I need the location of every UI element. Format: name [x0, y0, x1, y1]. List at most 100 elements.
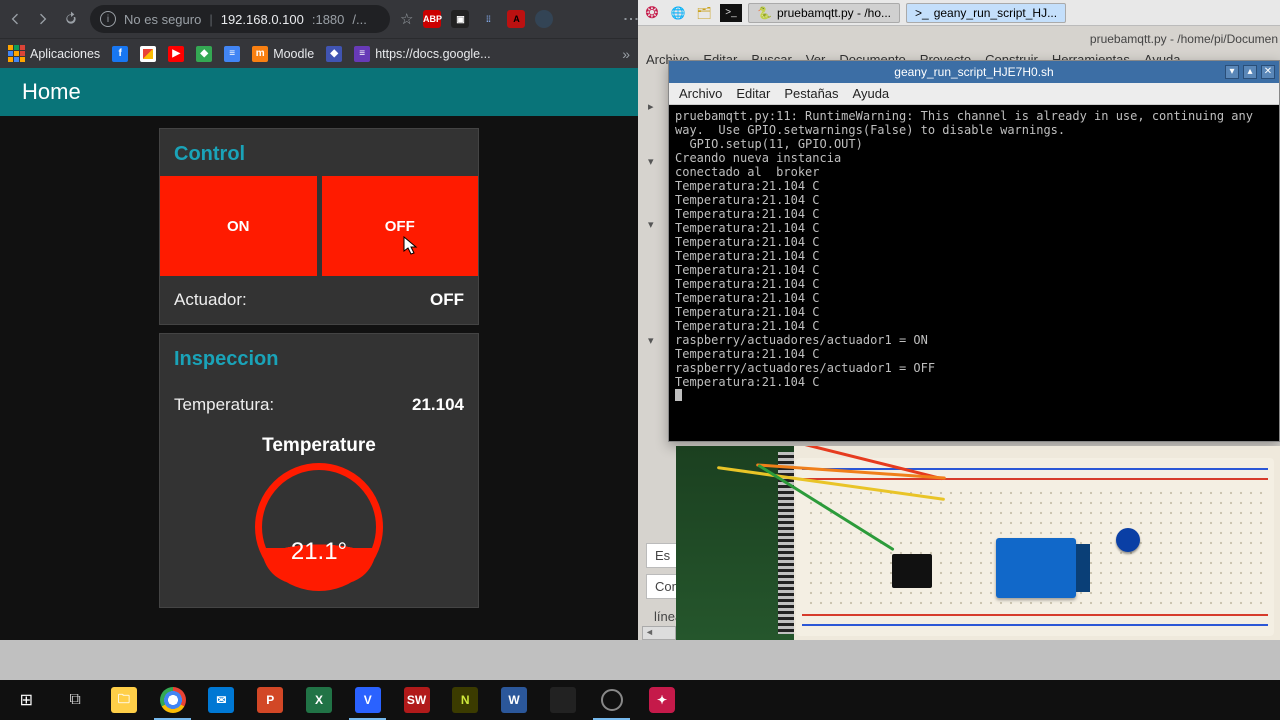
- dashboard-page: Home Control ON OFF Actua: [0, 68, 638, 640]
- terminal-menu-item[interactable]: Editar: [736, 86, 770, 101]
- terminal-menu-item[interactable]: Archivo: [679, 86, 722, 101]
- minimize-button[interactable]: ▾: [1225, 65, 1239, 79]
- cursor-icon: [403, 236, 419, 256]
- tree-toggle-icon[interactable]: ▸: [648, 100, 668, 113]
- books-icon: ≡: [224, 46, 240, 62]
- chrome-icon: [160, 687, 186, 713]
- notepadpp-icon: N: [452, 687, 478, 713]
- site-info-icon[interactable]: i: [100, 11, 116, 27]
- terminal-launcher-icon[interactable]: >_: [720, 4, 742, 22]
- bookmarks-bar: Aplicaciones f ▶ ◆ ≡ mMoodle ◆ ≡https://…: [0, 38, 638, 68]
- extension-icon[interactable]: ▣: [451, 10, 469, 28]
- actuator-value: OFF: [430, 290, 464, 310]
- arrow-right-icon: [35, 11, 51, 27]
- word-taskbar-button[interactable]: W: [492, 680, 537, 720]
- bookmark-maps[interactable]: ◆: [196, 46, 212, 62]
- chrome-window: i No es seguro | 192.168.0.100:1880/... …: [0, 0, 638, 640]
- back-button[interactable]: [6, 10, 24, 28]
- web-browser-icon[interactable]: 🌐: [668, 3, 688, 23]
- dashboard-body: Control ON OFF Actuador: OFF: [0, 116, 638, 628]
- tree-toggle-icon[interactable]: ▾: [648, 155, 668, 168]
- forward-button[interactable]: [34, 10, 52, 28]
- terminal-menubar: Archivo Editar Pestañas Ayuda: [669, 83, 1279, 105]
- rpi-desktop: ❂ 🌐 🗂 >_ 🐍pruebamqtt.py - /ho... >_geany…: [638, 0, 1280, 640]
- address-bar[interactable]: i No es seguro | 192.168.0.100:1880/...: [90, 5, 390, 33]
- bookmark-moodle[interactable]: mMoodle: [252, 46, 314, 62]
- chrome-taskbar-button[interactable]: [150, 680, 195, 720]
- taskbar-item-terminal[interactable]: >_geany_run_script_HJ...: [906, 3, 1066, 23]
- reload-icon: [63, 11, 79, 27]
- excel-taskbar-button[interactable]: X: [297, 680, 342, 720]
- excel-icon: X: [306, 687, 332, 713]
- moodle-icon: m: [252, 46, 268, 62]
- taskbar-item-geany[interactable]: 🐍pruebamqtt.py - /ho...: [748, 3, 900, 23]
- bookmark-facebook[interactable]: f: [112, 46, 128, 62]
- extension-icon-2[interactable]: ⦙⦙: [479, 10, 497, 28]
- vnc-taskbar-button[interactable]: V: [345, 680, 390, 720]
- horizontal-scrollbar[interactable]: [642, 626, 676, 640]
- file-explorer-button[interactable]: 🗀: [102, 680, 147, 720]
- terminal-output[interactable]: pruebamqtt.py:11: RuntimeWarning: This c…: [669, 105, 1279, 441]
- youtube-icon: ▶: [168, 46, 184, 62]
- geany-window-title: pruebamqtt.py - /home/pi/Documen: [1090, 32, 1278, 46]
- camera-photo: [676, 446, 1280, 640]
- terminal-title-text: geany_run_script_HJE7H0.sh: [894, 65, 1053, 79]
- temperature-gauge: 21.1°: [255, 463, 383, 591]
- bookmarks-overflow-button[interactable]: »: [622, 46, 630, 62]
- notepad-taskbar-button[interactable]: N: [443, 680, 488, 720]
- mail-icon: ✉: [208, 687, 234, 713]
- bookmark-gmail[interactable]: [140, 46, 156, 62]
- solidworks-icon: SW: [404, 687, 430, 713]
- apps-grid-icon: [8, 45, 25, 62]
- actuator-label: Actuador:: [174, 290, 247, 310]
- solidworks-taskbar-button[interactable]: SW: [394, 680, 439, 720]
- powerpoint-taskbar-button[interactable]: P: [248, 680, 293, 720]
- bookmark-star-icon[interactable]: ☆: [400, 10, 413, 28]
- on-button[interactable]: ON: [160, 176, 317, 276]
- potentiometer: [1116, 528, 1140, 552]
- raspberry-menu-icon[interactable]: ❂: [642, 3, 662, 23]
- task-view-button[interactable]: ⧉: [53, 680, 98, 720]
- chrome-toolbar: i No es seguro | 192.168.0.100:1880/... …: [0, 0, 638, 38]
- apps-shortcut[interactable]: Aplicaciones: [8, 45, 100, 62]
- app-taskbar-button[interactable]: ✦: [642, 680, 682, 720]
- actuator-row: Actuador: OFF: [160, 276, 478, 324]
- bookmark-item[interactable]: ◆: [326, 46, 342, 62]
- relay-module: [996, 538, 1076, 598]
- pdf-extension-icon[interactable]: A: [507, 10, 525, 28]
- off-button[interactable]: OFF: [322, 176, 479, 276]
- tree-toggle-icon[interactable]: ▾: [648, 218, 668, 231]
- gauge-widget: Temperature 21.1°: [160, 429, 478, 607]
- control-card: Control ON OFF Actuador: OFF: [159, 128, 479, 325]
- start-button[interactable]: ⊞: [4, 680, 49, 720]
- folder-icon: 🗀: [111, 687, 137, 713]
- docs-icon: ≡: [354, 46, 370, 62]
- bookmark-books[interactable]: ≡: [224, 46, 240, 62]
- terminal-menu-item[interactable]: Ayuda: [853, 86, 890, 101]
- gmail-icon: [140, 46, 156, 62]
- close-button[interactable]: ✕: [1261, 65, 1275, 79]
- windows-taskbar: ⊞ ⧉ 🗀 ✉ P X V SW N W: [0, 680, 638, 720]
- bookmark-youtube[interactable]: ▶: [168, 46, 184, 62]
- control-title: Control: [160, 129, 478, 176]
- bookmark-docs[interactable]: ≡https://docs.google...: [354, 46, 490, 62]
- obs-taskbar-button[interactable]: [589, 680, 634, 720]
- off-label: OFF: [385, 218, 415, 235]
- profile-avatar-icon[interactable]: [535, 10, 553, 28]
- adblock-extension-icon[interactable]: ABP: [423, 10, 441, 28]
- obs-icon: [601, 689, 623, 711]
- windows-logo-icon: ⊞: [20, 690, 33, 710]
- maximize-button[interactable]: ▴: [1243, 65, 1257, 79]
- facebook-icon: f: [112, 46, 128, 62]
- file-manager-icon[interactable]: 🗂: [694, 3, 714, 23]
- tree-toggle-icon[interactable]: ▾: [648, 334, 668, 347]
- terminal-titlebar[interactable]: geany_run_script_HJE7H0.sh ▾ ▴ ✕: [669, 61, 1279, 83]
- security-label: No es seguro: [124, 12, 201, 27]
- task-view-icon: ⧉: [69, 691, 80, 709]
- reload-button[interactable]: [62, 10, 80, 28]
- terminal-menu-item[interactable]: Pestañas: [784, 86, 838, 101]
- inspeccion-title: Inspeccion: [160, 334, 478, 381]
- mail-taskbar-button[interactable]: ✉: [199, 680, 244, 720]
- app-taskbar-button[interactable]: [540, 680, 585, 720]
- chrome-menu-button[interactable]: ⋮: [628, 11, 632, 27]
